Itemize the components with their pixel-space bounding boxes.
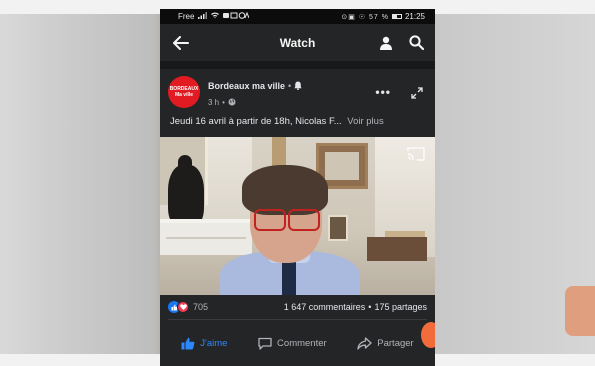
back-button[interactable] [170,32,192,54]
post-caption: Jeudi 16 avril à partir de 18h, Nicolas … [170,116,342,127]
page-avatar[interactable]: BORDEAUX Ma ville [168,76,200,108]
engagement-counts: 1 647 commentaires • 175 partages [284,302,427,312]
video-desk [367,237,427,261]
status-system-icons: ⊙▣ ☉ 57 % [341,13,389,21]
share-label: Partager [377,337,414,349]
reactions-bar: 705 1 647 commentaires • 175 partages [168,301,427,313]
arrow-left-icon [173,35,189,50]
see-more-link[interactable]: Voir plus [347,116,383,127]
more-options-icon[interactable]: ••• [375,85,391,99]
search-button[interactable] [407,34,425,52]
phone-screen: Free ⊙▣ ☉ 57 % 21:25 Watch BORDEAUX Ma v… [160,9,435,366]
battery-icon [391,14,402,19]
notification-icons [223,11,250,21]
avatar-text-line2: Ma ville [174,92,194,98]
comment-label: Commenter [277,337,327,349]
person-icon [380,36,392,50]
post-header-actions: ••• [375,85,423,99]
post-text: Jeudi 16 avril à partir de 18h, Nicolas … [170,116,427,127]
video-post: BORDEAUX Ma ville Bordeaux ma ville • 3 … [160,69,435,366]
video-person-glasses [252,209,322,231]
engagement-separator: • [368,302,372,312]
video-person-hair [242,165,328,215]
wifi-icon [211,12,220,21]
post-meta: 3 h • [208,98,302,108]
page-name-row: Bordeaux ma ville • [208,77,302,95]
thumbs-up-icon [181,337,195,349]
reaction-icons[interactable]: 705 [168,301,208,313]
status-left: Free [178,11,250,21]
page-info: Bordeaux ma ville • 3 h • [208,77,302,108]
cast-icon[interactable] [407,147,425,161]
reaction-count: 705 [193,302,209,312]
profile-button[interactable] [377,34,395,52]
carrier-label: Free [178,12,195,21]
video-player[interactable] [160,137,435,295]
like-label: J'aime [200,337,228,349]
floating-chat-bubble[interactable] [421,322,435,348]
top-nav-bar: Watch [160,24,435,61]
post-time[interactable]: 3 h [208,98,219,107]
share-button[interactable]: Partager [357,336,414,350]
comment-icon [258,337,272,350]
shares-count-link[interactable]: 175 partages [374,302,427,312]
signal-icon [198,12,208,21]
video-person [220,165,360,295]
status-bar: Free ⊙▣ ☉ 57 % 21:25 [160,9,435,24]
comment-button[interactable]: Commenter [258,337,327,350]
status-time: 21:25 [404,12,425,21]
status-right: ⊙▣ ☉ 57 % 21:25 [341,12,425,21]
expand-icon[interactable] [411,86,423,99]
actions-divider [168,319,427,320]
like-button[interactable]: J'aime [181,337,227,350]
page-name-link[interactable]: Bordeaux ma ville [208,81,285,91]
nav-actions [377,34,425,52]
meta-separator: • [222,98,225,107]
video-vase [168,155,204,227]
love-reaction-icon [177,301,189,313]
blurred-orange-shape [565,286,595,336]
post-actions: J'aime Commenter Partager [160,331,435,355]
post-header: BORDEAUX Ma ville Bordeaux ma ville • 3 … [168,75,427,109]
bell-icon[interactable] [294,77,302,95]
page-name-separator: • [288,80,292,91]
share-icon [357,336,372,350]
public-globe-icon [228,98,236,108]
comments-count-link[interactable]: 1 647 commentaires [284,302,366,312]
search-icon [408,35,424,50]
